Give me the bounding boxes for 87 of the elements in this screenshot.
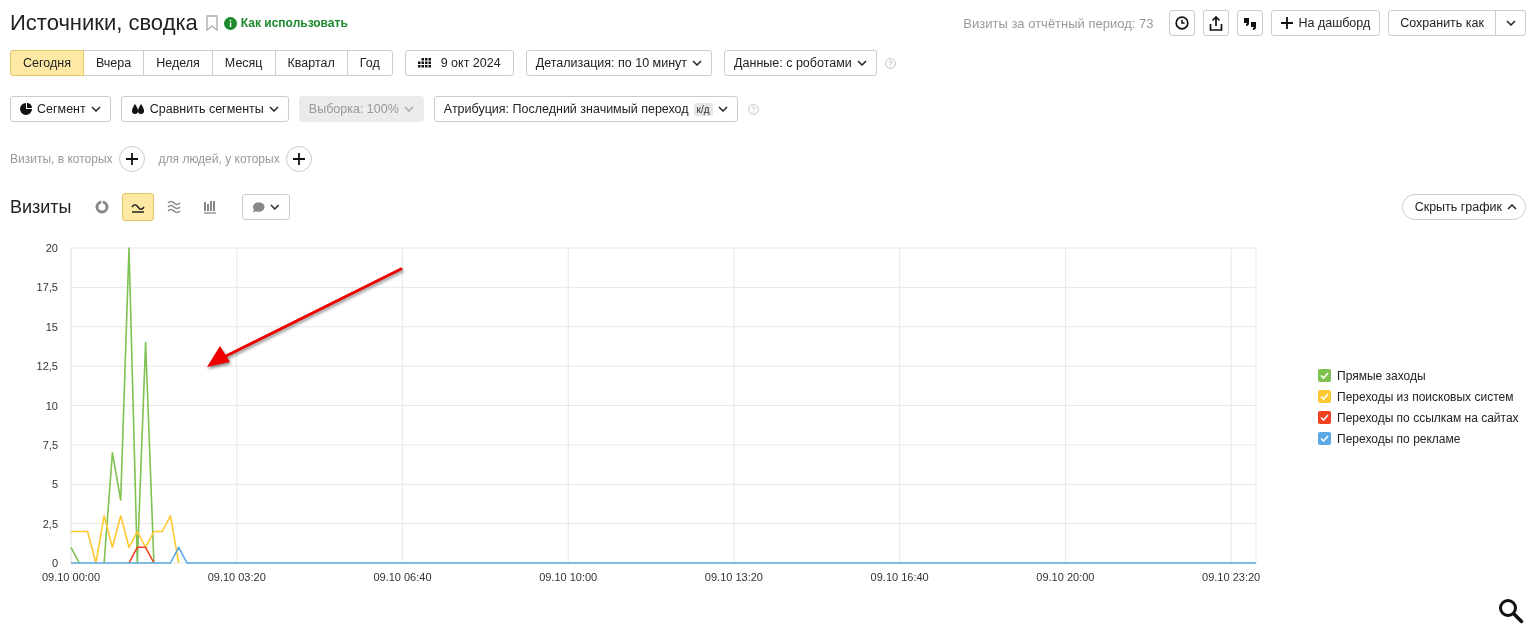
area-chart-icon [166,200,181,214]
y-axis-label: 2,5 [42,517,58,530]
chevron-icon [856,60,867,66]
how-to-use-link[interactable]: Как использовать [240,16,348,30]
help-icon [884,57,896,69]
upload-icon [1209,15,1224,31]
add-visit-condition-button[interactable] [118,146,145,172]
attribution-dropdown[interactable]: Атрибуция: Последний значимый переход к/д [433,96,738,122]
attribution-label: Атрибуция: Последний значимый переход [443,102,689,116]
plus-icon [125,153,138,165]
save-options-button[interactable] [1496,10,1526,36]
x-axis-label: 09.10 10:00 [539,571,598,583]
chevron-icon [270,204,280,210]
bar-chart-icon [202,200,217,214]
attribution-badge: к/д [693,102,713,116]
x-axis-label: 09.10 00:00 [41,571,101,583]
visits-filter-label: Визиты, в которых [10,152,113,166]
legend-label: Переходы из поисковых систем [1337,389,1514,404]
section-title: Визиты [10,196,72,218]
legend-checkbox[interactable] [1318,432,1331,445]
chevron-icon [717,106,728,112]
chevron-icon [1505,20,1516,26]
comments-button[interactable] [1237,10,1264,36]
legend-label: Прямые заходы [1337,368,1426,383]
help-icon [747,103,759,115]
period-tab[interactable]: Год [346,50,393,76]
chevron-icon [692,60,703,66]
visits-total: Визиты за отчётный период: 73 [963,15,1154,31]
period-tab[interactable]: Вчера [82,50,145,76]
y-axis-label: 5 [51,478,58,491]
quote-icon [1243,16,1258,30]
search-icon[interactable] [1498,598,1524,624]
add-people-condition-button[interactable] [285,146,312,172]
y-axis-label: 10 [45,399,58,412]
date-picker-button[interactable]: 9 окт 2024 [404,50,514,76]
calendar-icon [417,58,432,68]
drops-icon [130,103,145,115]
period-tab[interactable]: Квартал [274,50,348,76]
chevron-icon [403,106,414,112]
check-icon [1320,393,1329,400]
notes-dropdown[interactable] [241,194,290,220]
clock-icon [1175,16,1190,30]
y-axis-label: 17,5 [36,281,58,294]
legend-label: Переходы по рекламе [1337,431,1461,446]
segment-dropdown[interactable]: Сегмент [10,96,111,122]
y-axis-label: 20 [45,242,58,254]
chevron-icon [90,106,101,112]
detail-dropdown[interactable]: Детализация: по 10 минут [525,50,713,76]
page-title: Источники, сводка [10,10,198,36]
chevron-icon [268,106,279,112]
save-as-button[interactable]: Сохранить как [1388,10,1496,36]
check-icon [1320,414,1329,421]
check-icon [1320,372,1329,379]
plus-icon [1281,17,1294,29]
compare-segments-dropdown[interactable]: Сравнить сегменты [120,96,289,122]
x-axis-label: 09.10 06:40 [373,571,432,583]
speech-bubble-icon [251,200,265,214]
add-to-dashboard-button[interactable]: На дашборд [1271,10,1381,36]
data-dropdown[interactable]: Данные: с роботами [724,50,877,76]
legend-checkbox[interactable] [1318,390,1331,403]
pie-chart-icon [94,200,109,214]
legend-checkbox[interactable] [1318,411,1331,424]
legend-label: Переходы по ссылкам на сайтах [1337,410,1519,425]
x-axis-label: 09.10 23:20 [1202,571,1261,583]
x-axis-label: 09.10 13:20 [704,571,763,583]
pie-icon [20,103,32,115]
plus-icon [292,153,305,165]
period-tab[interactable]: Сегодня [10,50,84,76]
share-button[interactable] [1203,10,1230,36]
bookmark-icon[interactable] [205,15,218,31]
info-icon [223,16,237,30]
people-filter-label: для людей, у которых [158,152,280,166]
history-button[interactable] [1169,10,1196,36]
y-axis-label: 15 [45,320,58,333]
period-tab[interactable]: Неделя [143,50,213,76]
y-axis-label: 12,5 [36,360,58,373]
check-icon [1320,435,1329,442]
chevron-up-icon [1507,204,1517,210]
legend-checkbox[interactable] [1318,369,1331,382]
chart-type-button[interactable] [121,193,154,221]
y-axis-label: 7,5 [42,438,58,451]
period-tab[interactable]: Месяц [211,50,276,76]
x-axis-label: 09.10 03:20 [207,571,266,583]
x-axis-label: 09.10 20:00 [1036,571,1095,583]
hide-chart-button[interactable]: Скрыть график [1401,194,1526,220]
x-axis-label: 09.10 16:40 [870,571,929,583]
y-axis-label: 0 [51,557,58,569]
